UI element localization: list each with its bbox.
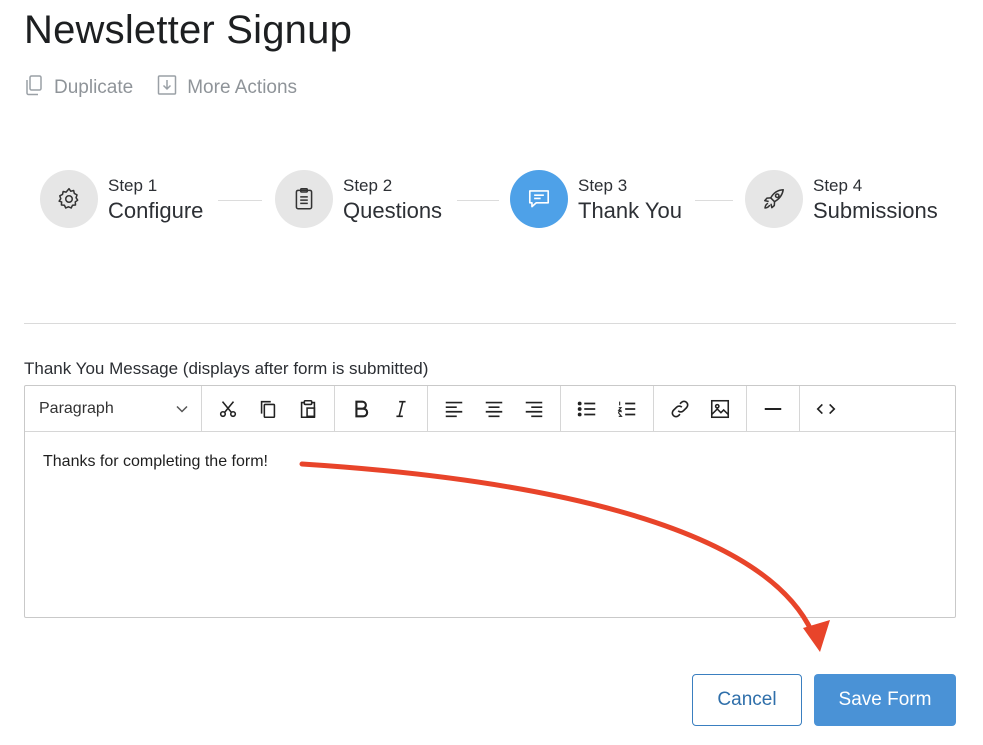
step-circle (745, 170, 803, 228)
horizontal-rule-button[interactable] (753, 389, 793, 429)
link-button[interactable] (660, 389, 700, 429)
step-name: Thank You (578, 197, 682, 223)
numbered-list-button[interactable] (607, 389, 647, 429)
link-icon (671, 400, 689, 417)
step-circle (275, 170, 333, 228)
cancel-button[interactable]: Cancel (692, 674, 802, 726)
paragraph-format-select[interactable]: Paragraph (25, 386, 202, 431)
italic-icon (396, 400, 406, 417)
align-right-icon (525, 401, 543, 417)
step-number: Step 1 (108, 175, 158, 195)
bold-button[interactable] (341, 389, 381, 429)
code-view-button[interactable] (806, 389, 846, 429)
copy-button[interactable] (248, 389, 288, 429)
duplicate-label: Duplicate (54, 77, 134, 98)
image-button[interactable] (700, 389, 740, 429)
bold-icon (355, 400, 369, 417)
more-actions-button[interactable]: More Actions (157, 74, 297, 102)
step-circle (510, 170, 568, 228)
chat-icon (528, 190, 550, 208)
bullet-list-icon (577, 401, 596, 416)
step-number: Step 3 (578, 175, 628, 195)
toolbar-group-alignment (428, 386, 561, 431)
save-form-button[interactable]: Save Form (814, 674, 956, 726)
duplicate-button[interactable]: Duplicate (24, 74, 133, 102)
paste-button[interactable] (288, 389, 328, 429)
page-title: Newsletter Signup (24, 8, 353, 52)
chevron-down-icon (176, 405, 188, 413)
copy-icon (260, 400, 276, 418)
rocket-icon (764, 189, 784, 209)
duplicate-icon (24, 74, 44, 102)
step-questions[interactable]: Step 2 Questions (275, 170, 442, 228)
step-name: Questions (343, 197, 443, 223)
toolbar-group-rule (747, 386, 800, 431)
editor-toolbar: Paragraph (25, 386, 955, 432)
section-divider (24, 323, 956, 324)
step-name: Configure (108, 197, 204, 223)
step-connector (218, 200, 262, 201)
thank-you-message-label: Thank You Message (displays after form i… (24, 359, 429, 378)
paste-icon (300, 399, 316, 418)
format-select-value: Paragraph (39, 399, 114, 417)
italic-button[interactable] (381, 389, 421, 429)
annotation-arrow-head (803, 620, 830, 652)
download-icon (157, 74, 177, 102)
align-left-icon (445, 401, 463, 417)
step-configure[interactable]: Step 1 Configure (40, 170, 203, 228)
align-center-icon (485, 401, 503, 417)
bullet-list-button[interactable] (567, 389, 607, 429)
align-center-button[interactable] (474, 389, 514, 429)
step-connector (695, 200, 733, 201)
rich-text-editor: Paragraph Thanks for completing the form… (24, 385, 956, 618)
toolbar-group-code (800, 386, 852, 431)
code-icon (816, 403, 836, 414)
numbered-list-icon (617, 401, 636, 417)
page-actions: Duplicate More Actions (24, 74, 297, 102)
step-thank-you[interactable]: Step 3 Thank You (510, 170, 682, 228)
toolbar-group-lists (561, 386, 654, 431)
gear-icon (58, 187, 79, 209)
align-left-button[interactable] (434, 389, 474, 429)
step-submissions[interactable]: Step 4 Submissions (745, 170, 938, 228)
step-connector (457, 200, 499, 201)
clipboard-icon (295, 187, 313, 210)
more-actions-label: More Actions (187, 77, 298, 98)
toolbar-group-text-style (335, 386, 428, 431)
step-circle (40, 170, 98, 228)
toolbar-group-insert (654, 386, 747, 431)
step-number: Step 2 (343, 175, 393, 195)
image-icon (710, 399, 730, 418)
step-name: Submissions (813, 197, 938, 223)
step-number: Step 4 (813, 175, 863, 195)
editor-content-area[interactable]: Thanks for completing the form! (25, 432, 955, 492)
cut-icon (219, 400, 237, 417)
cut-button[interactable] (208, 389, 248, 429)
horizontal-rule-icon (764, 407, 782, 410)
editor-text: Thanks for completing the form! (43, 453, 268, 470)
form-stepper: Step 1 Configure Step 2 Questions Step 3… (40, 170, 950, 232)
align-right-button[interactable] (514, 389, 554, 429)
toolbar-group-clipboard (202, 386, 335, 431)
